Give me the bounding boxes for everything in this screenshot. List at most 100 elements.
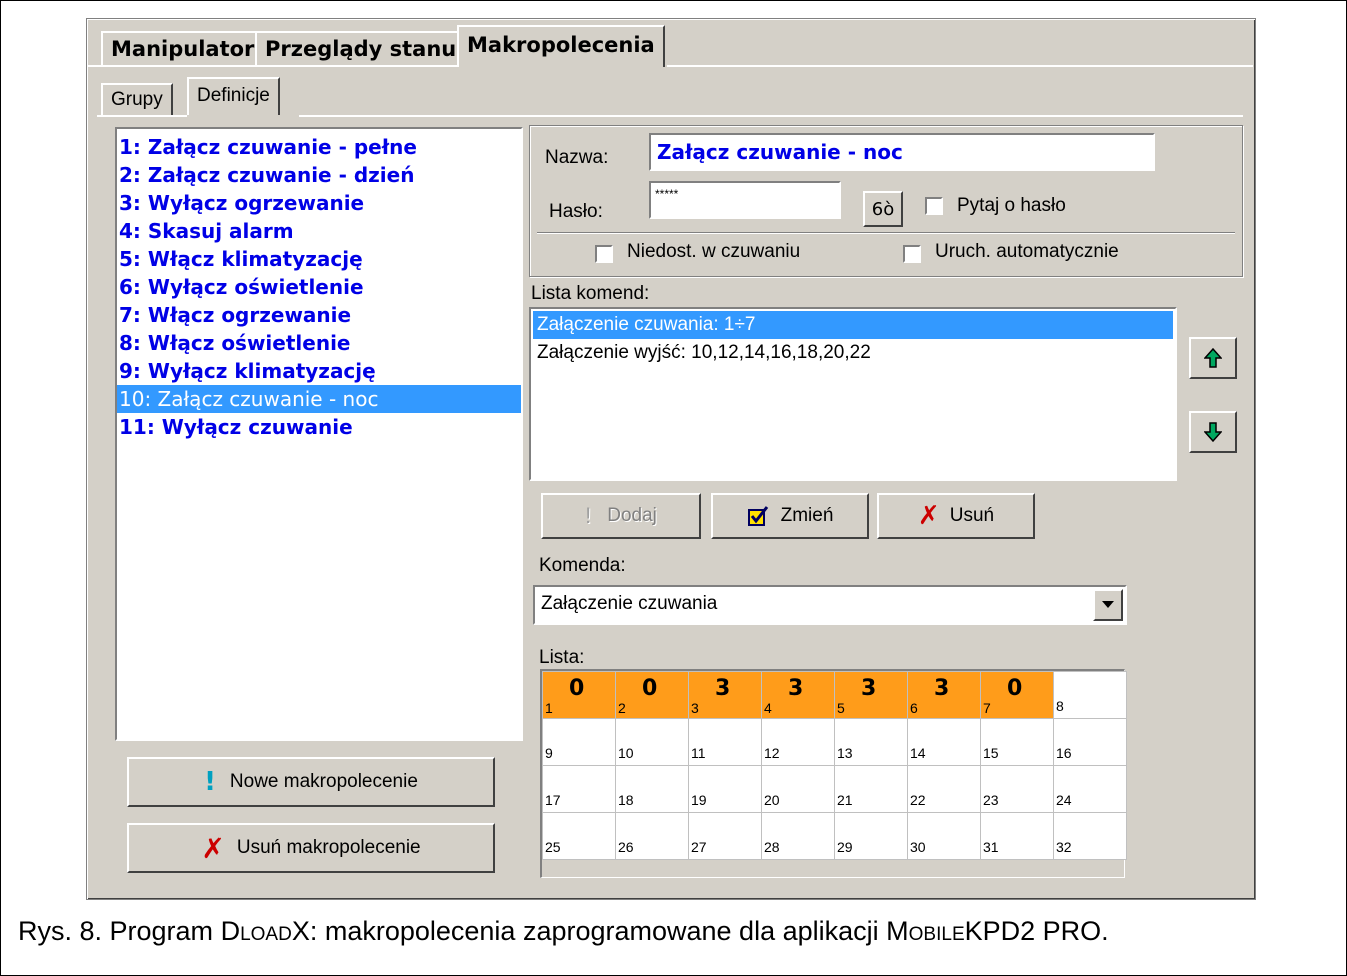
delete-macro-button[interactable]: ✗ Usuń makropolecenie [127, 823, 495, 873]
dropdown-button[interactable] [1093, 589, 1123, 621]
macro-list-item[interactable]: 5: Włącz klimatyzację [117, 245, 521, 273]
zone-cell[interactable]: 63 [907, 671, 981, 719]
caption-dload-rest: LOAD [240, 916, 292, 946]
zone-cell[interactable]: 25 [542, 812, 616, 860]
zone-cell[interactable]: 28 [761, 812, 835, 860]
zone-cell[interactable]: 27 [688, 812, 762, 860]
zone-cell[interactable]: 21 [834, 765, 908, 813]
zone-cell[interactable]: 15 [980, 718, 1054, 766]
add-label: Dodaj [607, 505, 657, 526]
command-list-item[interactable]: Załączenie czuwania: 1÷7 [533, 311, 1173, 339]
zone-cell[interactable]: 9 [542, 718, 616, 766]
dloadx-window: Manipulator Przeglądy stanu Makropolecen… [86, 18, 1256, 900]
zone-cell[interactable]: 30 [907, 812, 981, 860]
zone-cell[interactable]: 22 [907, 765, 981, 813]
zone-cell[interactable]: 43 [761, 671, 835, 719]
zone-number: 8 [1056, 698, 1064, 714]
zone-cell[interactable]: 14 [907, 718, 981, 766]
zone-cell[interactable]: 18 [615, 765, 689, 813]
password-field[interactable]: ***** [649, 181, 841, 219]
zone-value: 0 [642, 676, 658, 701]
zone-number: 23 [983, 792, 999, 808]
show-password-button[interactable]: 6ò [863, 191, 903, 227]
name-field[interactable]: Załącz czuwanie - noc [649, 133, 1155, 171]
macro-list[interactable]: 1: Załącz czuwanie - pełne 2: Załącz czuw… [115, 127, 523, 741]
zone-cell[interactable]: 26 [615, 812, 689, 860]
tab-groups[interactable]: Grupy [101, 83, 173, 115]
zone-value: 3 [788, 676, 804, 701]
tab-definitions[interactable]: Definicje [187, 77, 280, 115]
move-up-button[interactable] [1189, 337, 1237, 379]
zone-cell[interactable]: 10 [542, 671, 616, 719]
change-button[interactable]: Zmień [711, 493, 869, 539]
delete-macro-label: Usuń makropolecenie [236, 837, 421, 858]
zone-cell[interactable]: 24 [1053, 765, 1127, 813]
zone-cell[interactable]: 11 [688, 718, 762, 766]
command-list[interactable]: Załączenie czuwania: 1÷7 Załączenie wyjść… [529, 307, 1177, 481]
change-label: Zmień [780, 505, 834, 526]
zone-number: 12 [764, 745, 780, 761]
zone-cell[interactable]: 53 [834, 671, 908, 719]
zone-value: 3 [861, 676, 877, 701]
zone-cell[interactable]: 31 [980, 812, 1054, 860]
zone-cell[interactable]: 29 [834, 812, 908, 860]
caption-middle: : makropolecenia zaprogramowane dla apli… [309, 916, 887, 946]
add-button[interactable]: ! Dodaj [541, 493, 701, 539]
macro-list-item[interactable]: 1: Załącz czuwanie - pełne [117, 133, 521, 161]
remove-button[interactable]: ✗ Usuń [877, 493, 1035, 539]
ask-password-checkbox[interactable] [925, 197, 943, 215]
zone-cell[interactable]: 16 [1053, 718, 1127, 766]
macro-list-item[interactable]: 7: Włącz ogrzewanie [117, 301, 521, 329]
tab-status-views[interactable]: Przeglądy stanu [255, 31, 467, 65]
remove-label: Usuń [949, 505, 995, 526]
zone-cell[interactable]: 20 [761, 765, 835, 813]
zone-cell[interactable]: 17 [542, 765, 616, 813]
chevron-down-icon [1102, 601, 1114, 608]
zone-number: 26 [618, 839, 634, 855]
tab-manipulator[interactable]: Manipulator [101, 31, 265, 65]
macro-list-item[interactable]: 10: Załącz czuwanie - noc [117, 385, 521, 413]
tab-macros[interactable]: Makropolecenia [457, 25, 665, 67]
zone-number: 21 [837, 792, 853, 808]
zone-cell[interactable]: 10 [615, 718, 689, 766]
arrow-up-icon [1204, 348, 1222, 368]
macro-list-item[interactable]: 9: Wyłącz klimatyzację [117, 357, 521, 385]
macro-list-item[interactable]: 3: Wyłącz ogrzewanie [117, 189, 521, 217]
checkbox-check-icon [747, 506, 768, 526]
exclamation-icon: ! [585, 503, 592, 528]
zone-list-grid[interactable]: 1 0 2 0 3 3 4 3 5 3 6 3 7 0 8 9 10 11 12 13 14 15 16 17 18 19 20 21… [542, 671, 1127, 860]
macro-list-item[interactable]: 11: Wyłącz czuwanie [117, 413, 521, 441]
zone-cell[interactable]: 70 [980, 671, 1054, 719]
zone-number: 18 [618, 792, 634, 808]
zone-number: 31 [983, 839, 999, 855]
zone-number: 13 [837, 745, 853, 761]
name-label: Nazwa: [545, 147, 609, 168]
zone-value: 0 [569, 676, 585, 701]
zone-cell[interactable]: 33 [688, 671, 762, 719]
caption-mobile-rest: OBILE [908, 916, 965, 946]
auto-run-label: Uruch. automatycznie [935, 241, 1119, 262]
exclamation-icon: ! [204, 767, 216, 797]
macro-list-item[interactable]: 6: Wyłącz oświetlenie [117, 273, 521, 301]
command-list-item[interactable]: Załączenie wyjść: 10,12,14,16,18,20,22 [533, 339, 1173, 367]
auto-run-checkbox[interactable] [903, 245, 921, 263]
zone-number: 17 [545, 792, 561, 808]
zone-cell[interactable]: 19 [688, 765, 762, 813]
zone-number: 15 [983, 745, 999, 761]
zone-cell[interactable]: 20 [615, 671, 689, 719]
zone-cell[interactable]: 12 [761, 718, 835, 766]
zone-number: 3 [691, 700, 699, 716]
command-select[interactable]: Załączenie czuwania [533, 585, 1127, 625]
zone-number: 7 [983, 700, 991, 716]
zone-cell[interactable]: 32 [1053, 812, 1127, 860]
unavailable-armed-checkbox[interactable] [595, 245, 613, 263]
macro-list-item[interactable]: 8: Włącz oświetlenie [117, 329, 521, 357]
caption-suffix: KPD2 PRO. [964, 916, 1109, 946]
macro-list-item[interactable]: 2: Załącz czuwanie - dzień [117, 161, 521, 189]
zone-cell[interactable]: 23 [980, 765, 1054, 813]
new-macro-button[interactable]: ! Nowe makropolecenie [127, 757, 495, 807]
zone-cell[interactable]: 8 [1053, 671, 1127, 719]
macro-list-item[interactable]: 4: Skasuj alarm [117, 217, 521, 245]
move-down-button[interactable] [1189, 411, 1237, 453]
zone-cell[interactable]: 13 [834, 718, 908, 766]
